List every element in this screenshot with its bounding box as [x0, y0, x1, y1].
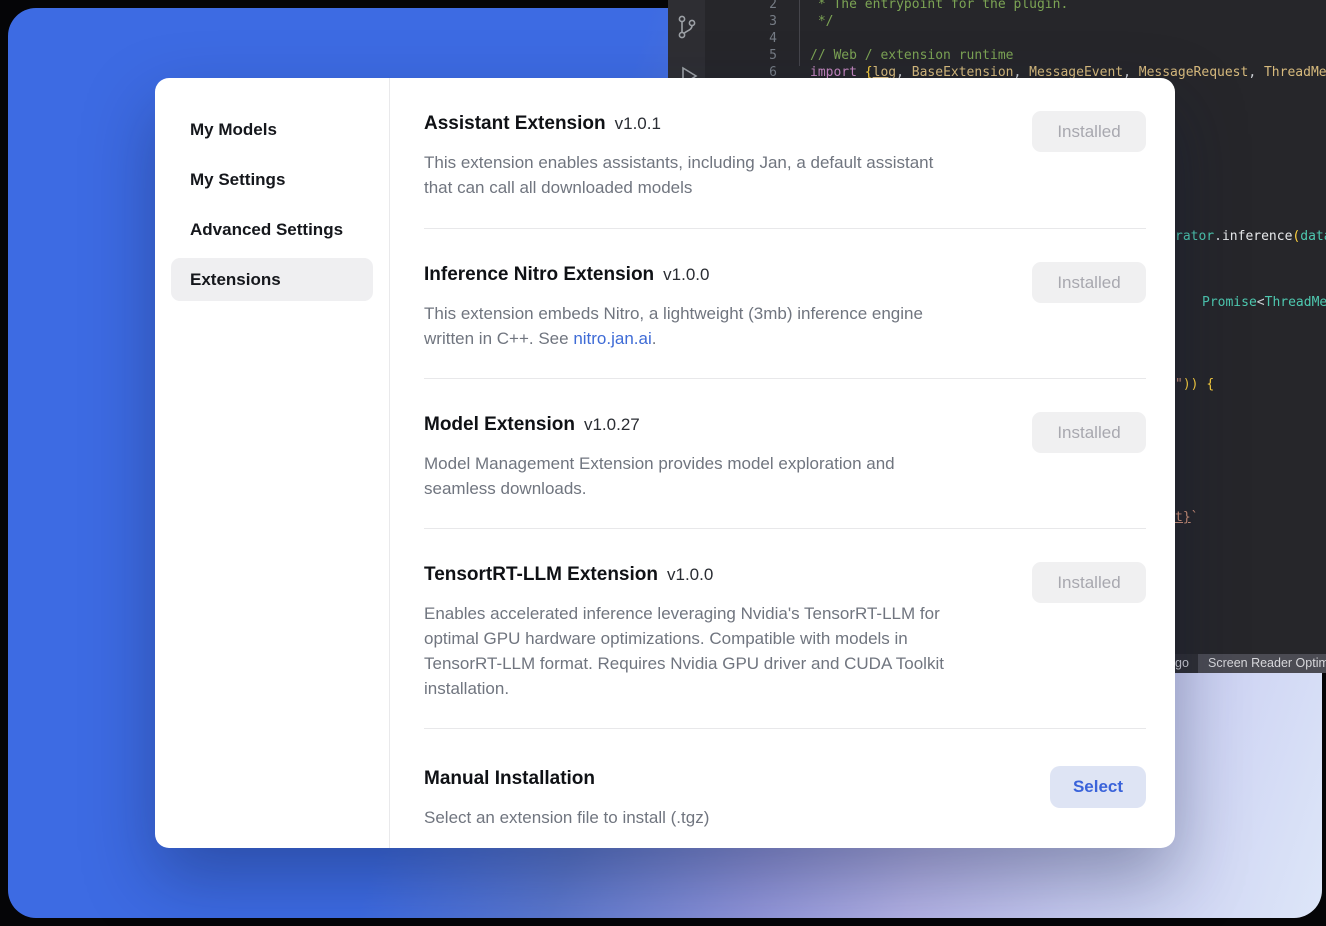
sidebar-item-label: My Settings	[190, 170, 285, 190]
sidebar-item-extensions[interactable]: Extensions	[171, 258, 373, 301]
extension-version: v1.0.0	[663, 265, 709, 284]
description-text: This extension embeds Nitro, a lightweig…	[424, 304, 923, 348]
manual-installation-title: Manual Installation	[424, 766, 1030, 792]
extensions-list: Assistant Extension v1.0.1 This extension…	[390, 78, 1175, 848]
extension-description: This extension embeds Nitro, a lightweig…	[424, 301, 1012, 351]
extension-item-inference-nitro: Inference Nitro Extension v1.0.0 This ext…	[424, 228, 1146, 378]
sidebar-item-label: Extensions	[190, 270, 281, 290]
settings-sidebar: My Models My Settings Advanced Settings …	[155, 78, 390, 848]
manual-installation-row: Manual Installation Select an extension …	[424, 728, 1146, 848]
extension-item-tensorrt-llm: TensortRT-LLM Extension v1.0.0 Enables ac…	[424, 528, 1146, 728]
nitro-jan-ai-link[interactable]: nitro.jan.ai	[573, 329, 651, 348]
installed-button[interactable]: Installed	[1032, 412, 1146, 453]
code-editor-content[interactable]: 2 * The entrypoint for the plugin.3 */45…	[705, 0, 1326, 81]
sidebar-item-my-models[interactable]: My Models	[171, 108, 373, 151]
extension-item-model: Model Extension v1.0.27 Model Management …	[424, 378, 1146, 528]
extension-description: Model Management Extension provides mode…	[424, 451, 1012, 501]
extension-name: TensortRT-LLM Extension	[424, 564, 658, 585]
settings-modal: My Models My Settings Advanced Settings …	[155, 78, 1175, 848]
extension-version: v1.0.0	[667, 565, 713, 584]
desktop-background: 2 * The entrypoint for the plugin.3 */45…	[0, 0, 1326, 926]
extension-title: Assistant Extension v1.0.1	[424, 111, 1012, 137]
extension-name: Assistant Extension	[424, 113, 606, 134]
extension-version: v1.0.1	[615, 114, 661, 133]
status-bar-fragment: go	[1175, 656, 1189, 670]
extension-description: This extension enables assistants, inclu…	[424, 150, 1012, 200]
extension-item-assistant: Assistant Extension v1.0.1 This extension…	[424, 78, 1146, 228]
select-file-button[interactable]: Select	[1050, 766, 1146, 808]
sidebar-item-label: My Models	[190, 120, 277, 140]
sidebar-item-label: Advanced Settings	[190, 220, 343, 240]
manual-installation-description: Select an extension file to install (.tg…	[424, 805, 1014, 830]
installed-button[interactable]: Installed	[1032, 111, 1146, 152]
extension-name: Model Extension	[424, 414, 575, 435]
installed-button[interactable]: Installed	[1032, 262, 1146, 303]
sidebar-item-my-settings[interactable]: My Settings	[171, 158, 373, 201]
extension-version: v1.0.27	[584, 415, 640, 434]
description-text: .	[652, 329, 657, 348]
extension-title: Inference Nitro Extension v1.0.0	[424, 262, 1012, 288]
installed-button[interactable]: Installed	[1032, 562, 1146, 603]
extension-name: Inference Nitro Extension	[424, 264, 654, 285]
extension-title: TensortRT-LLM Extension v1.0.0	[424, 562, 1012, 588]
sidebar-item-advanced-settings[interactable]: Advanced Settings	[171, 208, 373, 251]
extension-title: Model Extension v1.0.27	[424, 412, 1012, 438]
source-control-icon[interactable]	[675, 14, 699, 40]
screen-reader-optimized-status[interactable]: Screen Reader Optimized	[1198, 654, 1326, 673]
extension-description: Enables accelerated inference leveraging…	[424, 601, 1012, 701]
